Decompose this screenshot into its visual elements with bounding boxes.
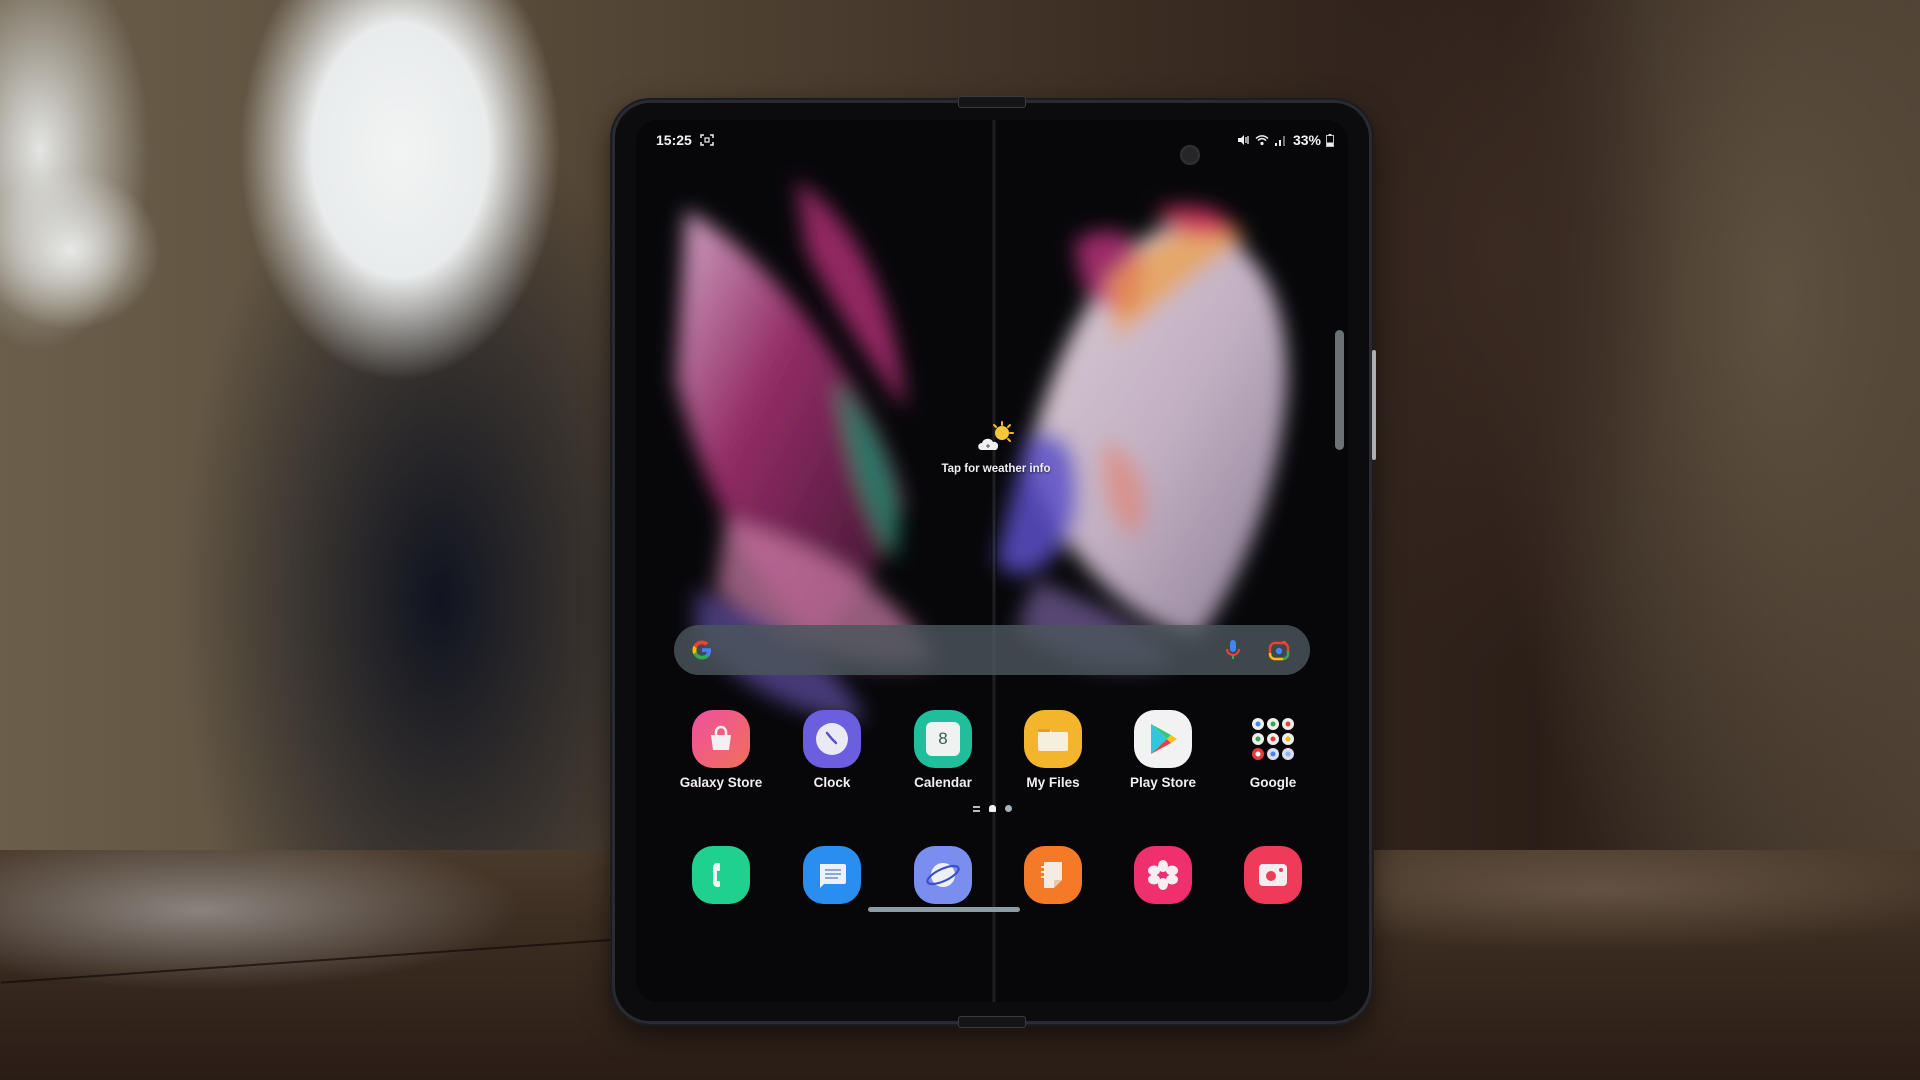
page-indicator-menu[interactable]: [972, 805, 980, 812]
page-indicator-dot[interactable]: [1004, 805, 1012, 812]
edge-panel-handle[interactable]: [1335, 330, 1344, 450]
side-key: [1372, 350, 1376, 460]
app-play-store[interactable]: Play Store: [1108, 710, 1218, 790]
signal-icon: [1274, 136, 1285, 146]
app-label: Google: [1249, 775, 1297, 790]
dock-phone[interactable]: [666, 846, 776, 904]
phone-icon: [713, 863, 720, 887]
battery-icon: [1326, 133, 1334, 147]
internet-planet-icon: [926, 863, 960, 887]
wifi-icon: [1255, 135, 1269, 146]
google-g-icon: [692, 640, 711, 660]
weather-widget[interactable]: Tap for weather info: [916, 420, 1076, 475]
app-label: Play Store: [1129, 775, 1197, 790]
battery-percent: 33%: [1292, 132, 1321, 148]
calendar-icon: 8: [926, 722, 960, 756]
google-lens-button[interactable]: [1264, 635, 1294, 665]
page-indicator[interactable]: [636, 805, 1348, 812]
app-google-folder[interactable]: Google: [1218, 710, 1328, 790]
app-label: Galaxy Store: [679, 775, 763, 790]
app-clock[interactable]: Clock: [777, 710, 887, 790]
calendar-day: 8: [938, 729, 948, 748]
folder-icon: [1038, 729, 1068, 751]
hinge-top: [958, 96, 1026, 108]
clock-icon: [816, 723, 848, 755]
mute-icon: [1237, 135, 1249, 145]
gallery-flower-icon: [1148, 860, 1178, 890]
status-time: 15:25: [656, 132, 692, 148]
home-screen: 15:25 33% Tap for weather info Galaxy St…: [636, 120, 1348, 1002]
camera-icon: [1259, 864, 1287, 886]
page-indicator-home[interactable]: [988, 805, 996, 812]
messages-icon: [820, 864, 846, 888]
dock-messages[interactable]: [777, 846, 887, 904]
status-bar: 15:25 33%: [636, 132, 1348, 165]
voice-search-button[interactable]: [1218, 635, 1248, 665]
app-label: Clock: [813, 775, 851, 790]
microphone-icon: [1226, 640, 1240, 659]
dock-internet[interactable]: [888, 846, 998, 904]
dock-notes[interactable]: [998, 846, 1108, 904]
shopping-bag-icon: [711, 725, 731, 750]
screenshot-icon: [700, 134, 714, 146]
search-input[interactable]: [714, 625, 1202, 675]
hinge-bottom: [958, 1016, 1026, 1028]
notes-icon: [1041, 862, 1062, 888]
google-folder-icon: [1252, 718, 1294, 760]
app-my-files[interactable]: My Files: [998, 710, 1108, 790]
weather-text: Tap for weather info: [941, 463, 1051, 475]
foldable-phone: 15:25 33% Tap for weather info Galaxy St…: [612, 96, 1376, 1028]
home-gesture-handle[interactable]: [868, 907, 1020, 912]
app-calendar[interactable]: 8 Calendar: [888, 710, 998, 790]
dock-gallery[interactable]: [1108, 846, 1218, 904]
google-lens-icon: [1268, 641, 1290, 661]
app-galaxy-store[interactable]: Galaxy Store: [666, 710, 776, 790]
play-store-icon: [1151, 724, 1177, 754]
google-search-bar[interactable]: [674, 625, 1310, 675]
app-label: Calendar: [914, 775, 972, 790]
partly-sunny-icon: [978, 421, 1014, 450]
front-camera: [1180, 145, 1200, 165]
dock-camera[interactable]: [1218, 846, 1328, 904]
app-label: My Files: [1026, 775, 1080, 790]
